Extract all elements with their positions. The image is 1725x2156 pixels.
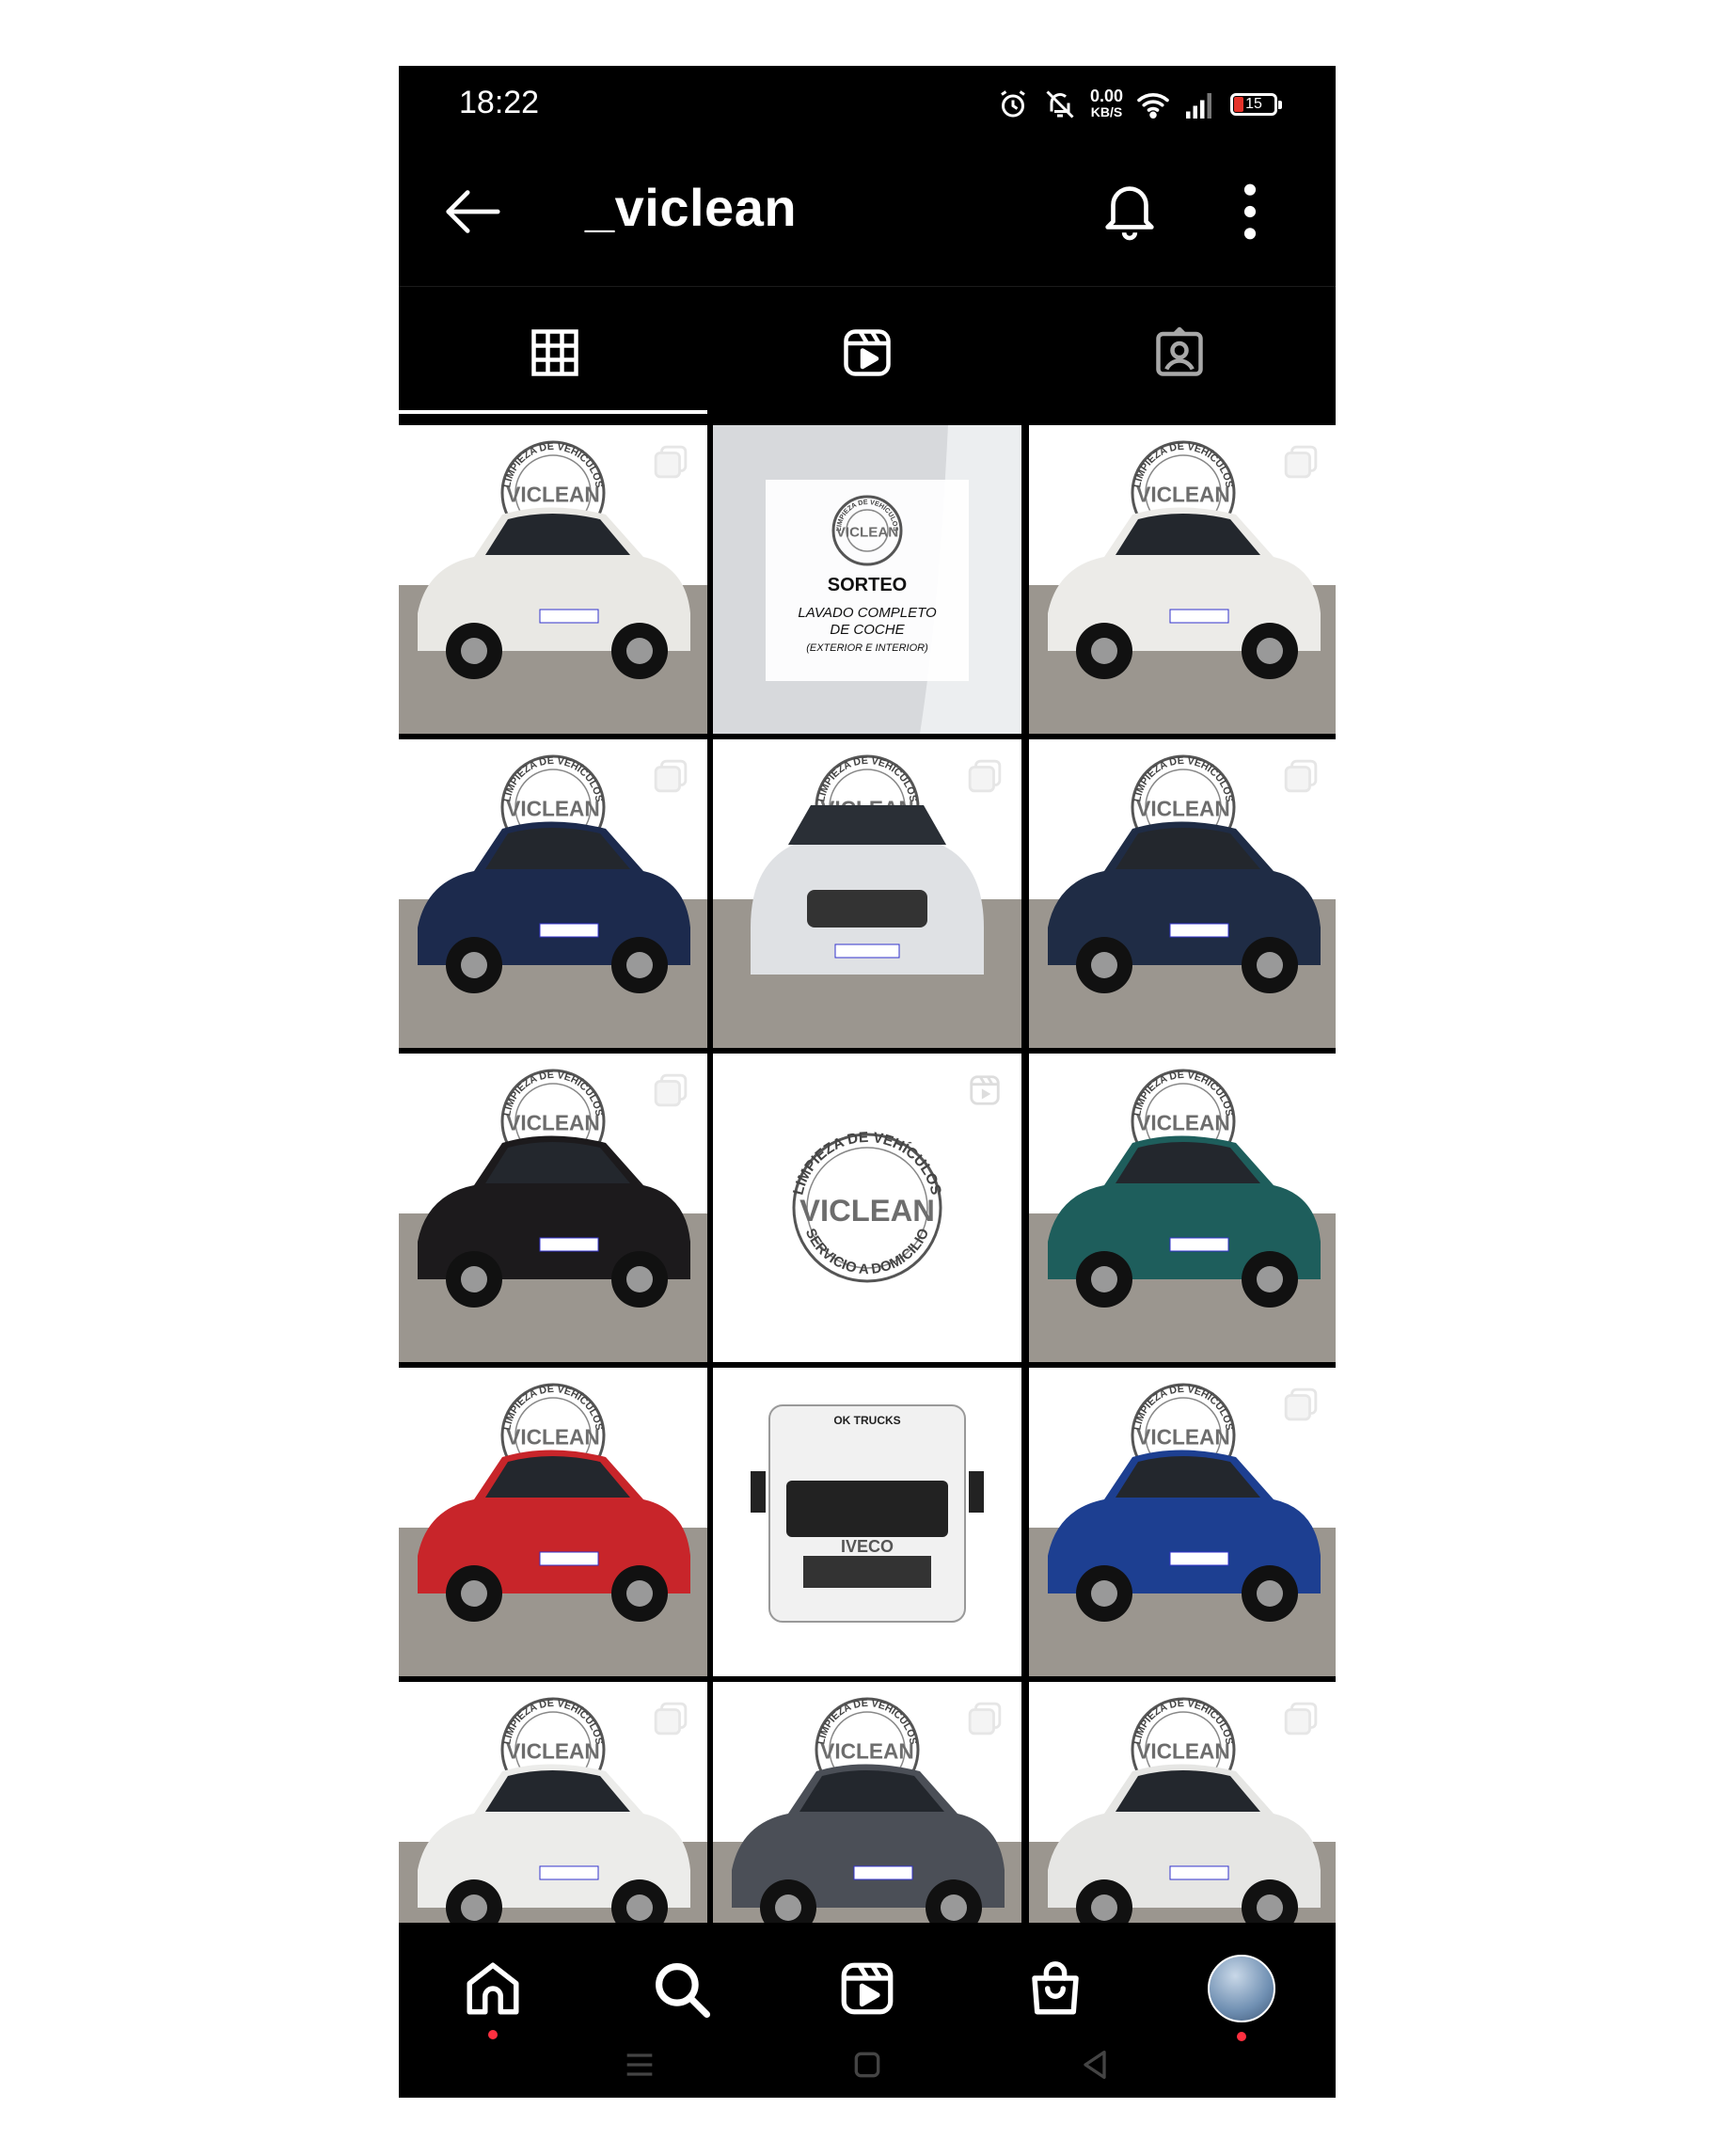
logo-brand-text: VICLEAN [1136, 1111, 1230, 1135]
giveaway-title: SORTEO [828, 575, 907, 595]
post-tile[interactable]: LIMPIEZA DE VEHÍCULOSVICLEAN [399, 1054, 707, 1362]
signal-icon [1186, 93, 1211, 119]
logo-brand-text: VICLEAN [1136, 1739, 1230, 1764]
post-tile[interactable]: LIMPIEZA DE VEHÍCULOSVICLEAN [1029, 425, 1336, 734]
phone-screen: 18:22 0.00 KB/S 15 _viclean LIMPIEZA DE … [399, 66, 1336, 2098]
logo-brand-text: VICLEAN [836, 524, 898, 540]
battery-level: 15 [1245, 96, 1262, 112]
post-image: LIMPIEZA DE VEHÍCULOSVICLEANSORTEOLAVADO… [713, 425, 1021, 734]
net-speed-unit: KB/S [1090, 104, 1123, 119]
post-tile[interactable]: LIMPIEZA DE VEHÍCULOSVICLEAN [399, 1368, 707, 1676]
carousel-indicator-icon [1284, 445, 1318, 479]
truck-top-text: OK TRUCKS [833, 1414, 900, 1427]
back-triangle-icon[interactable] [1076, 2046, 1114, 2084]
mute-icon [1046, 90, 1074, 119]
tab-reels[interactable] [711, 287, 1023, 419]
post-tile[interactable]: LIMPIEZA DE VEHÍCULOSVICLEAN [399, 739, 707, 1048]
post-tile[interactable]: OK TRUCKS IVECO [713, 1368, 1021, 1676]
tagged-icon [1156, 326, 1203, 376]
net-speed: 0.00 KB/S [1089, 87, 1123, 120]
status-icons: 0.00 KB/S 15 [996, 83, 1282, 126]
reels-icon [844, 329, 891, 376]
carousel-indicator-icon [654, 445, 688, 479]
logo-brand-text: VICLEAN [1136, 1425, 1230, 1450]
carousel-indicator-icon [1284, 1387, 1318, 1421]
reel-indicator-icon [970, 1075, 1000, 1105]
carousel-indicator-icon [968, 1702, 1002, 1736]
carousel-indicator-icon [1284, 759, 1318, 793]
giveaway-line-2: DE COCHE [830, 622, 905, 638]
app-header: _viclean [399, 141, 1336, 282]
post-tile[interactable]: LIMPIEZA DE VEHÍCULOSVICLEAN [399, 425, 707, 734]
truck-brand-text: IVECO [841, 1537, 894, 1556]
carousel-indicator-icon [654, 1702, 688, 1736]
status-bar: 18:22 0.00 KB/S 15 [399, 66, 1336, 141]
menu-icon[interactable] [621, 2046, 658, 2084]
logo-brand-text: VICLEAN [506, 483, 600, 507]
post-image: LIMPIEZA DE VEHÍCULOSVICLEAN [399, 1368, 707, 1676]
post-image: LIMPIEZA DE VEHÍCULOSVICLEAN [1029, 1054, 1336, 1362]
net-speed-value: 0.00 [1089, 87, 1123, 105]
status-time: 18:22 [459, 85, 540, 120]
giveaway-line-1: LAVADO COMPLETO [798, 605, 937, 621]
vehicle-shape [751, 1404, 984, 1623]
back-arrow-icon[interactable] [440, 179, 506, 245]
tab-posts[interactable] [399, 287, 711, 419]
logo-brand-text: VICLEAN [506, 1425, 600, 1450]
logo-brand-text: VICLEAN [1136, 797, 1230, 821]
post-tile[interactable]: LIMPIEZA DE VEHÍCULOSVICLEAN [1029, 1054, 1336, 1362]
post-tile[interactable]: LIMPIEZA DE VEHÍCULOSVICLEAN [713, 1682, 1021, 1923]
post-tile[interactable]: LIMPIEZA DE VEHÍCULOS VICLEAN SORTEO LAVADO… [713, 425, 1021, 734]
battery-icon: 15 [1230, 93, 1282, 116]
more-vertical-icon[interactable] [1236, 179, 1264, 245]
grid-icon [531, 329, 578, 376]
logo-brand-text: VICLEAN [506, 1111, 600, 1135]
post-tile[interactable]: LIMPIEZA DE VEHÍCULOSVICLEAN [399, 1682, 707, 1923]
home-square-icon[interactable] [848, 2046, 886, 2084]
tab-selected-indicator [399, 410, 707, 414]
post-tile[interactable]: LIMPIEZA DE VEHÍCULOSVICLEAN [1029, 1682, 1336, 1923]
logo-brand-text: VICLEAN [799, 1193, 935, 1228]
post-tile[interactable]: LIMPIEZA DE VEHÍCULOSVICLEAN [713, 739, 1021, 1048]
logo-brand-text: VICLEAN [506, 1739, 600, 1764]
carousel-indicator-icon [654, 759, 688, 793]
giveaway-line-3: (EXTERIOR E INTERIOR) [806, 642, 928, 654]
logo-brand-text: VICLEAN [1136, 483, 1230, 507]
bell-icon[interactable] [1097, 173, 1163, 243]
carousel-indicator-icon [654, 1073, 688, 1107]
system-nav-bar [399, 1994, 1336, 2098]
alarm-icon [1001, 90, 1025, 118]
post-tile[interactable]: LIMPIEZA DE VEHÍCULOSVICLEAN [1029, 1368, 1336, 1676]
post-tile[interactable]: LIMPIEZA DE VEHÍCULOS VICLEAN SERVICIO A D… [713, 1054, 1021, 1362]
profile-username: _viclean [585, 178, 798, 237]
tab-tagged[interactable] [1023, 287, 1336, 419]
carousel-indicator-icon [968, 759, 1002, 793]
wifi-icon [1137, 93, 1169, 119]
profile-tab-bar [399, 286, 1336, 419]
logo-brand-text: VICLEAN [506, 797, 600, 821]
post-tile[interactable]: LIMPIEZA DE VEHÍCULOSVICLEAN [1029, 739, 1336, 1048]
carousel-indicator-icon [1284, 1702, 1318, 1736]
logo-brand-text: VICLEAN [820, 1739, 914, 1764]
post-image: OK TRUCKS IVECO [713, 1368, 1021, 1676]
posts-grid: LIMPIEZA DE VEHÍCULOS VICLEAN LIMPIEZA DE … [399, 425, 1336, 1923]
